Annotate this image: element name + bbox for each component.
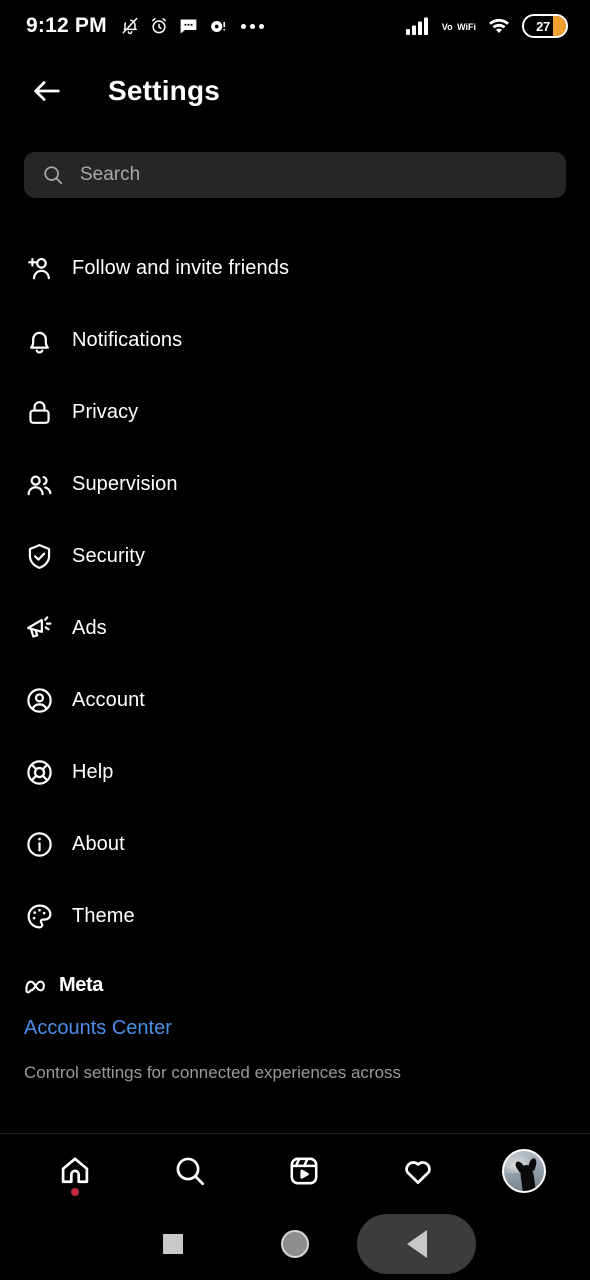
meta-section: Meta Accounts Center Control settings fo… [0,952,590,1084]
menu-item-about[interactable]: About [0,808,590,880]
menu-item-label: Follow and invite friends [72,256,290,279]
avatar-subject [519,1164,537,1191]
menu-item-security[interactable]: Security [0,520,590,592]
bell-icon [24,325,58,356]
nav-activity-button[interactable] [387,1142,449,1200]
person-add-icon [24,253,58,284]
life-ring-icon [24,757,58,788]
reels-icon [290,1157,318,1185]
meta-infinity-icon [25,980,45,993]
people-icon [24,469,58,500]
square-recents-icon[interactable] [163,1234,183,1254]
lock-icon [24,397,58,428]
menu-item-label: Help [72,760,114,783]
menu-item-label: Account [72,688,145,711]
menu-item-follow-and-invite-friends[interactable]: Follow and invite friends [0,232,590,304]
wifi-icon [489,18,509,33]
record-icon [210,20,225,32]
info-circle-icon [24,829,58,860]
menu-item-label: Privacy [72,400,139,423]
volte-label: Vo [441,22,453,32]
nav-profile-avatar[interactable] [501,1149,546,1193]
menu-item-label: Security [72,544,146,567]
menu-item-theme[interactable]: Theme [0,880,590,952]
circle-home-icon[interactable] [281,1230,309,1258]
nav-home-button[interactable] [44,1142,106,1200]
menu-item-label: Supervision [72,472,178,495]
search-placeholder: Search [80,164,141,185]
wifi-label: WiFi [457,22,476,32]
heart-icon [405,1161,432,1184]
menu-item-notifications[interactable]: Notifications [0,304,590,376]
menu-item-label: Theme [72,904,135,927]
menu-item-supervision[interactable]: Supervision [0,448,590,520]
app-header: Settings [0,52,590,130]
volte-wifi-icon: Vo WiFi [442,17,476,35]
menu-item-account[interactable]: Account [0,664,590,736]
battery-icon: 27 [522,14,568,38]
cellular-signal-icon [405,17,428,35]
alarm-clock-icon [151,17,166,34]
page-title: Settings [108,75,221,106]
silent-bell-icon [122,17,138,35]
meta-wordmark: Meta [59,974,103,996]
bottom-nav-bar [0,1134,590,1208]
search-icon [44,166,63,185]
menu-item-label: Notifications [72,328,183,351]
back-arrow-icon [34,81,60,101]
android-navigation-bar [0,1208,590,1280]
meta-brand: Meta [24,974,566,997]
nav-search-button[interactable] [159,1142,221,1200]
status-left-icons [120,16,264,37]
nav-reels-button[interactable] [273,1142,335,1200]
menu-item-help[interactable]: Help [0,736,590,808]
search-icon [176,1157,204,1186]
triangle-back-icon [406,1230,427,1258]
settings-screen: 9:12 PM Vo WiFi 27 Settings Search Follo… [0,0,590,1280]
account-circle-icon [24,685,58,716]
message-icon [180,19,197,33]
home-icon [61,1157,89,1184]
battery-percent: 27 [536,18,550,34]
shield-check-icon [24,541,58,572]
back-gesture-pill[interactable] [357,1214,476,1274]
menu-item-ads[interactable]: Ads [0,592,590,664]
megaphone-icon [24,613,58,644]
palette-icon [24,901,58,932]
accounts-center-link[interactable]: Accounts Center [24,1017,566,1040]
more-dots-icon [240,23,264,29]
home-notification-badge [71,1188,80,1196]
search-section: Search [0,130,590,198]
battery-fill [553,16,566,36]
menu-item-label: About [72,832,125,855]
search-input[interactable]: Search [24,152,566,198]
status-bar: 9:12 PM Vo WiFi 27 [0,0,590,52]
meta-description: Control settings for connected experienc… [24,1063,402,1082]
menu-item-label: Ads [72,616,107,639]
settings-menu: Follow and invite friends Notifications … [0,232,590,952]
back-button[interactable] [24,68,70,114]
status-right-icons: Vo WiFi 27 [405,14,568,38]
menu-item-privacy[interactable]: Privacy [0,376,590,448]
status-time: 9:12 PM [26,14,107,37]
